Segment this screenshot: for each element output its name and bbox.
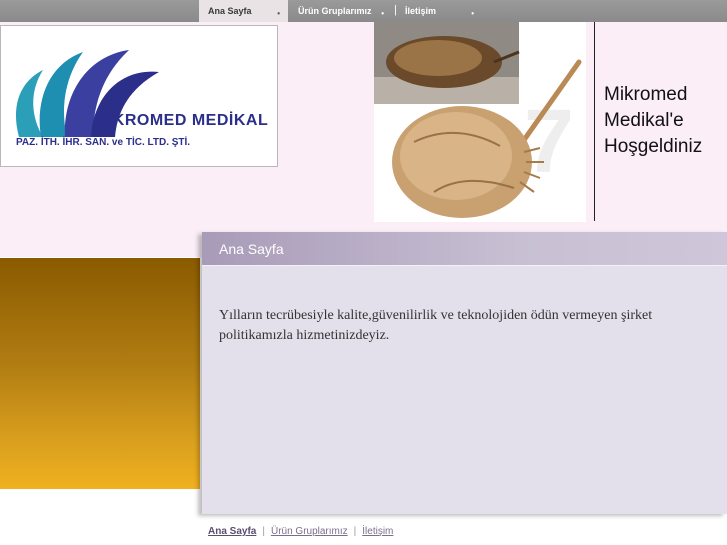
footer-links: Ana Sayfa | Ürün Gruplarımız | İletişim bbox=[208, 526, 393, 537]
page-title: Ana Sayfa bbox=[219, 241, 284, 257]
decorative-gradient-block bbox=[0, 258, 200, 489]
footer-separator: | bbox=[353, 526, 357, 537]
logo-company-name: MİKROMED MEDİKAL bbox=[94, 112, 269, 129]
nav-item-label: Ana Sayfa bbox=[208, 6, 252, 16]
footer-link-contact[interactable]: İletişim bbox=[362, 526, 393, 537]
company-logo: MİKROMED MEDİKAL PAZ. İTH. İHR. SAN. ve … bbox=[0, 25, 278, 167]
header-divider bbox=[594, 22, 595, 221]
nav-item-products[interactable]: Ürün Gruplarımız • bbox=[289, 0, 392, 22]
logo-waves-icon bbox=[16, 50, 159, 137]
nav-item-label: Ürün Gruplarımız bbox=[298, 6, 372, 16]
bullet-icon: • bbox=[277, 9, 280, 18]
welcome-line: Hoşgeldiniz bbox=[604, 136, 703, 157]
nav-item-contact[interactable]: İletişim • bbox=[396, 0, 482, 22]
bullet-icon: • bbox=[471, 9, 474, 18]
horseshoe-crab-photo: 7 bbox=[374, 22, 586, 222]
bullet-icon: • bbox=[381, 9, 384, 18]
content-panel: Ana Sayfa Yılların tecrübesiyle kalite,g… bbox=[202, 232, 727, 514]
nav-item-label: İletişim bbox=[405, 6, 437, 16]
footer-link-home[interactable]: Ana Sayfa bbox=[208, 526, 256, 537]
nav-item-home[interactable]: Ana Sayfa • bbox=[199, 0, 288, 22]
intro-paragraph: Yılların tecrübesiyle kalite,güvenilirli… bbox=[219, 308, 653, 343]
welcome-text: Mikromed Medikal'e Hoşgeldiniz bbox=[604, 82, 722, 160]
footer-separator: | bbox=[262, 526, 265, 537]
panel-title-bar: Ana Sayfa bbox=[202, 232, 727, 266]
welcome-line: Mikromed bbox=[604, 84, 688, 105]
crab-image: 7 bbox=[374, 22, 582, 218]
logo-company-subtitle: PAZ. İTH. İHR. SAN. ve TİC. LTD. ŞTİ. bbox=[16, 137, 191, 148]
footer-link-products[interactable]: Ürün Gruplarımız bbox=[271, 526, 348, 537]
welcome-line: Medikal'e bbox=[604, 110, 684, 131]
